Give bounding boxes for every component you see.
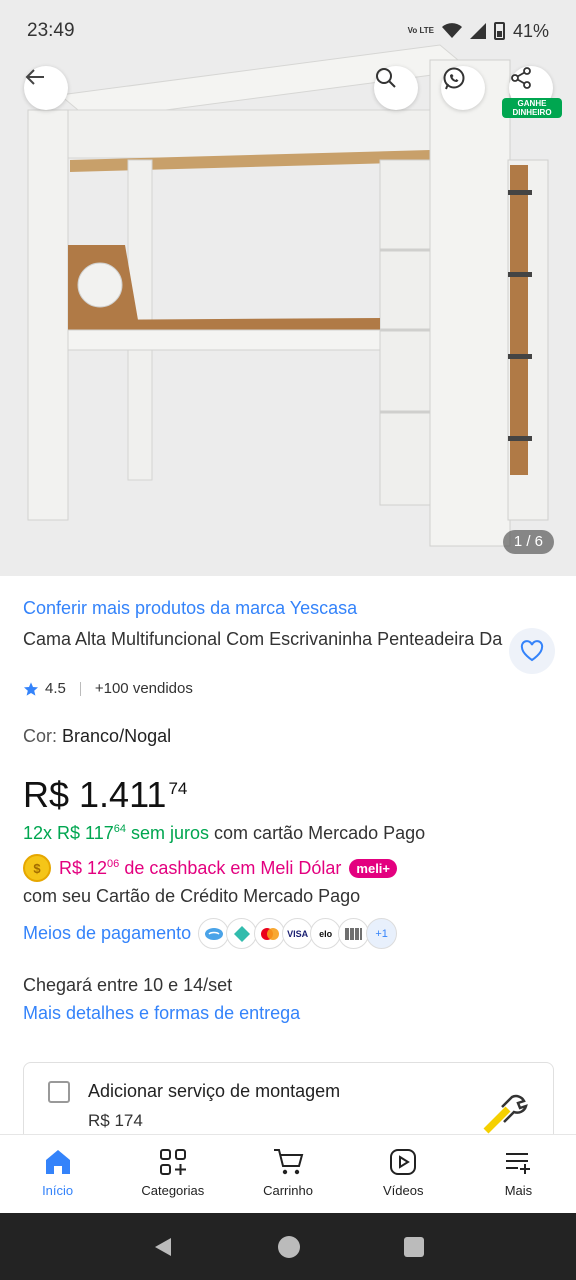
- delivery-details-link[interactable]: Mais detalhes e formas de entrega: [23, 1003, 300, 1024]
- cart-icon: [274, 1149, 304, 1175]
- price: R$ 1.411 74: [23, 774, 187, 816]
- installments-interest: sem juros: [131, 823, 210, 843]
- favorite-button[interactable]: [509, 628, 555, 674]
- bottom-navigation: Início Categorias Carrinho Vídeos Mais: [0, 1134, 576, 1213]
- wifi-icon: [441, 23, 462, 38]
- wrench-icon: [478, 1089, 528, 1135]
- search-icon: [376, 68, 396, 88]
- arrow-left-icon: [25, 69, 44, 85]
- cashback-text: de cashback em Meli Dólar: [124, 857, 342, 878]
- home-icon: [45, 1150, 70, 1174]
- product-image[interactable]: GANHE DINHEIRO 1 / 6: [0, 0, 576, 576]
- nav-label-videos: Vídeos: [382, 1183, 424, 1198]
- visa-icon: VISA: [282, 918, 314, 949]
- signal-icon: [469, 23, 486, 39]
- nav-mais[interactable]: Mais: [461, 1135, 576, 1213]
- coin-icon: $: [23, 854, 51, 882]
- boleto-icon: [338, 918, 370, 949]
- assembly-checkbox[interactable]: [48, 1081, 70, 1103]
- nav-label-carrinho: Carrinho: [263, 1183, 313, 1198]
- nav-label-inicio: Início: [42, 1183, 74, 1198]
- loft-bed-illustration: [0, 0, 576, 576]
- assembly-title: Adicionar serviço de montagem: [88, 1081, 341, 1101]
- color-label: Cor:: [23, 726, 58, 746]
- installments-amount: 12x R$ 117: [23, 823, 114, 843]
- system-back-icon[interactable]: [151, 1235, 175, 1259]
- installments-suffix: com cartão Mercado Pago: [214, 823, 426, 843]
- search-button[interactable]: [374, 66, 418, 110]
- color-row: Cor: Branco/Nogal: [23, 726, 171, 747]
- sold-count: +100 vendidos: [94, 680, 193, 697]
- brand-link[interactable]: Conferir mais produtos da marca Yescasa: [23, 598, 357, 619]
- price-main: R$ 1.411: [23, 774, 167, 815]
- payment-icons: VISA elo +1: [198, 918, 398, 949]
- status-time: 23:49: [27, 20, 75, 41]
- assembly-price: R$ 174: [88, 1111, 143, 1130]
- menu-plus-icon: [506, 1153, 531, 1174]
- system-home-icon[interactable]: [277, 1235, 301, 1259]
- volte-icon: Vo LTE: [407, 26, 434, 35]
- system-recents-icon[interactable]: [403, 1236, 425, 1258]
- nav-categorias[interactable]: Categorias: [115, 1135, 230, 1213]
- battery-percent: 41%: [512, 20, 549, 41]
- installments-line: 12x R$ 11764 sem juros com cartão Mercad…: [23, 823, 425, 844]
- status-bar: 23:49 Vo LTE 41%: [0, 0, 576, 62]
- battery-icon: [493, 22, 505, 40]
- nav-carrinho[interactable]: Carrinho: [230, 1135, 345, 1213]
- categories-icon: [159, 1149, 186, 1175]
- rating-row: 4.5 +100 vendidos: [23, 680, 193, 697]
- nav-label-mais: Mais: [504, 1183, 533, 1198]
- earn-badge-line1: GANHE: [517, 99, 547, 108]
- earn-money-badge[interactable]: GANHE DINHEIRO: [502, 98, 562, 118]
- price-cents: 74: [168, 779, 188, 798]
- mastercard-icon: [254, 918, 286, 949]
- image-counter: 1 / 6: [502, 530, 554, 554]
- video-icon: [390, 1149, 417, 1175]
- nav-videos[interactable]: Vídeos: [346, 1135, 461, 1213]
- cashback-line: $ R$ 1206 de cashback em Meli Dólar meli…: [23, 854, 398, 882]
- card-line: com seu Cartão de Crédito Mercado Pago: [23, 886, 361, 906]
- cashback-cents: 06: [107, 857, 120, 870]
- installments-cents: 64: [113, 823, 126, 835]
- back-button[interactable]: [24, 66, 68, 110]
- heart-icon: [520, 640, 544, 662]
- product-title: Cama Alta Multifuncional Com Escrivaninh…: [23, 629, 503, 649]
- system-navigation-bar: [0, 1213, 576, 1280]
- elo-icon: elo: [310, 918, 342, 949]
- earn-badge-line2: DINHEIRO: [512, 108, 552, 117]
- more-payment-methods: +1: [366, 918, 398, 949]
- whatsapp-icon: [443, 67, 465, 90]
- mercado-pago-icon: [198, 918, 230, 949]
- whatsapp-share-button[interactable]: [441, 66, 485, 110]
- nav-inicio[interactable]: Início: [0, 1135, 115, 1213]
- rating-value: 4.5: [45, 680, 66, 697]
- delivery-estimate: Chegará entre 10 e 14/set: [23, 975, 233, 995]
- star-icon: [24, 681, 38, 696]
- share-icon: [511, 67, 531, 89]
- meli-plus-badge: meli+: [349, 858, 398, 878]
- pix-icon: [226, 918, 258, 949]
- nav-label-categorias: Categorias: [141, 1183, 205, 1198]
- color-value: Branco/Nogal: [62, 726, 172, 746]
- payment-methods-row[interactable]: Meios de pagamento VISA elo +1: [23, 918, 398, 949]
- payment-methods-link[interactable]: Meios de pagamento: [23, 923, 191, 944]
- rating-divider: [79, 681, 81, 696]
- cashback-amount: R$ 12: [59, 857, 108, 878]
